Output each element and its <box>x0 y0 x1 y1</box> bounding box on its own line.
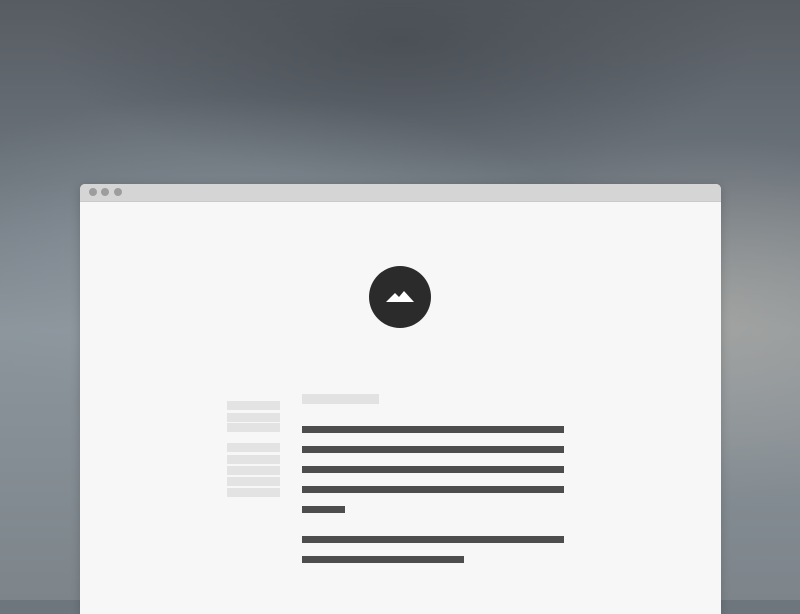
text-line-placeholder <box>302 506 345 513</box>
text-line-placeholder <box>302 466 564 473</box>
text-line-placeholder <box>302 426 564 433</box>
maximize-dot[interactable] <box>114 188 122 196</box>
sidebar-item-placeholder[interactable] <box>227 455 280 464</box>
mountain-icon <box>369 266 431 328</box>
text-line-placeholder <box>302 556 464 563</box>
logo <box>366 266 434 328</box>
sidebar-item-placeholder[interactable] <box>227 488 280 497</box>
close-dot[interactable] <box>89 188 97 196</box>
sidebar-item-placeholder[interactable] <box>227 466 280 475</box>
window-titlebar <box>80 184 721 202</box>
sidebar-item-placeholder[interactable] <box>227 401 280 410</box>
sidebar-item-placeholder[interactable] <box>227 477 280 486</box>
minimize-dot[interactable] <box>101 188 109 196</box>
text-line-placeholder <box>302 446 564 453</box>
text-line-placeholder <box>302 536 564 543</box>
heading-placeholder <box>302 394 379 404</box>
sidebar-item-placeholder[interactable] <box>227 423 280 432</box>
text-line-placeholder <box>302 486 564 493</box>
browser-window <box>80 184 721 614</box>
sidebar-item-placeholder[interactable] <box>227 413 280 422</box>
sidebar-item-placeholder[interactable] <box>227 443 280 452</box>
